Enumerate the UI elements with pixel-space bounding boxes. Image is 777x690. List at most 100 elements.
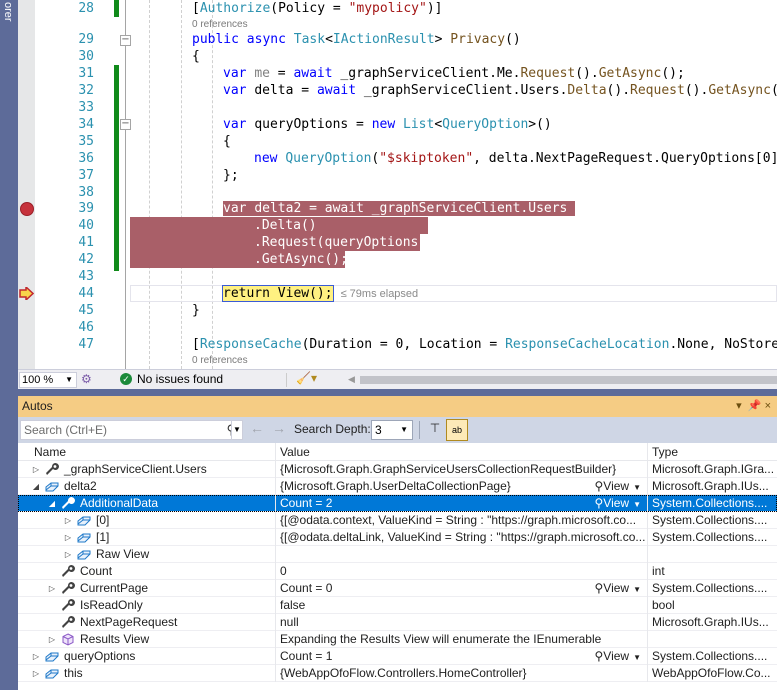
variable-name: _graphServiceClient.Users (64, 462, 207, 476)
code-line-45: } (192, 303, 200, 318)
expand-arrow-icon[interactable]: ▷ (47, 580, 57, 597)
variable-name: NextPageRequest (80, 615, 178, 629)
variable-value: {Microsoft.Graph.UserDeltaCollectionPage… (280, 479, 511, 493)
grid-header: Name Value Type (18, 443, 777, 461)
property-icon (61, 616, 75, 629)
window-menu-icon[interactable]: ▾ (736, 400, 742, 412)
variable-name-cell: NextPageRequest (18, 614, 275, 631)
search-depth-select[interactable]: 3 ▼ (371, 420, 413, 440)
panel-title: Autos (22, 399, 53, 413)
expand-arrow-icon[interactable]: ▷ (31, 648, 41, 665)
variable-value-cell[interactable]: Count = 1 ⚲View ▼ (275, 648, 647, 665)
visualizer-view-button[interactable]: ⚲View ▼ (594, 648, 641, 665)
variable-value: {Microsoft.Graph.GraphServiceUsersCollec… (280, 462, 617, 476)
current-statement: return View(); (222, 285, 334, 302)
variable-name: Count (80, 564, 113, 578)
side-tab-label[interactable]: orer (2, 2, 14, 22)
variable-name: Raw View (96, 547, 150, 561)
search-input[interactable]: Search (Ctrl+E) ⚲ (20, 420, 241, 440)
variable-value-cell[interactable]: {Microsoft.Graph.GraphServiceUsersCollec… (275, 461, 647, 478)
collapse-icon[interactable]: − (120, 35, 131, 46)
column-header-name[interactable]: Name (18, 443, 275, 461)
variable-value: null (280, 615, 299, 629)
search-depth-value: 3 (375, 423, 382, 437)
scroll-left-icon[interactable]: ◀ (348, 374, 355, 385)
variable-row[interactable]: ▷ queryOptions Count = 1 ⚲View ▼ System.Colle… (18, 648, 777, 665)
line-number: 36 (78, 151, 94, 166)
pin-icon[interactable]: 📌 (748, 400, 762, 412)
collapse-arrow-icon[interactable]: ◢ (31, 478, 41, 495)
variable-row[interactable]: ▷ _graphServiceClient.Users {Microsoft.Gra… (18, 461, 777, 478)
intellicode-icon[interactable]: ⚙ (81, 372, 92, 386)
variable-row[interactable]: ▷ Raw View (18, 546, 777, 563)
variable-value-cell[interactable]: {[@odata.deltaLink, ValueKind = String :… (275, 529, 647, 546)
code-editor[interactable]: − − 28 29 30 31 32 33 34 35 36 37 38 39 40 41 42 43 44 45… (18, 0, 777, 369)
variable-type-cell: WebAppOfoFlow.Co... (647, 665, 777, 682)
breakpoint-icon[interactable] (20, 202, 34, 216)
variable-row[interactable]: NextPageRequest null Microsoft.Graph.IUs..… (18, 614, 777, 631)
pin-source-icon[interactable]: ⊤ (427, 421, 443, 439)
variable-name-cell: ▷ [0] (18, 512, 275, 529)
variable-value-cell[interactable]: 0 (275, 563, 647, 580)
variable-value-cell[interactable]: false (275, 597, 647, 614)
variable-row[interactable]: ▷ Results View Expanding the Results View … (18, 631, 777, 648)
code-cleanup-icon[interactable]: 🧹▾ (296, 371, 317, 385)
search-previous-icon[interactable]: ← (250, 420, 264, 436)
variable-value-cell[interactable]: Count = 2 ⚲View ▼ (275, 495, 647, 512)
variable-type-cell: int (647, 563, 777, 580)
variable-row[interactable]: Count 0 int (18, 563, 777, 580)
line-number: 33 (78, 100, 94, 115)
variable-row[interactable]: ▷ [0] {[@odata.context, ValueKind = String… (18, 512, 777, 529)
visualizer-view-button[interactable]: ⚲View ▼ (594, 495, 641, 512)
column-header-value[interactable]: Value (275, 443, 647, 461)
search-options-dropdown[interactable]: ▼ (231, 420, 243, 440)
codelens-references[interactable]: 0 references (192, 19, 248, 31)
variable-row[interactable]: ◢ AdditionalData Count = 2 ⚲View ▼ System.Col… (18, 495, 777, 512)
variable-value: false (280, 598, 306, 612)
perf-tip[interactable]: ≤ 79ms elapsed (341, 288, 419, 300)
zoom-value: 100 % (22, 374, 54, 386)
column-header-type[interactable]: Type (647, 443, 777, 461)
collapse-arrow-icon[interactable]: ◢ (47, 495, 57, 512)
object-icon (45, 667, 59, 680)
issues-status[interactable]: ✓ No issues found (120, 372, 223, 386)
autos-title-bar: Autos ▾ 📌 × (18, 396, 777, 417)
expand-arrow-icon[interactable]: ▷ (63, 546, 73, 563)
variable-value-cell[interactable]: null (275, 614, 647, 631)
variable-value-cell[interactable]: Count = 0 ⚲View ▼ (275, 580, 647, 597)
expand-arrow-icon[interactable]: ▷ (31, 461, 41, 478)
variable-type-cell: Microsoft.Graph.IUs... (647, 614, 777, 631)
scrollbar-thumb[interactable] (360, 376, 777, 384)
variable-value-cell[interactable]: Expanding the Results View will enumerat… (275, 631, 647, 648)
autos-panel: Autos ▾ 📌 × Search (Ctrl+E) ⚲ ▼ ← → Sear… (18, 396, 777, 690)
visualizer-view-button[interactable]: ⚲View ▼ (594, 478, 641, 495)
glyph-margin[interactable] (18, 0, 35, 369)
close-icon[interactable]: × (765, 400, 771, 412)
variable-value-cell[interactable]: {WebAppOfoFlow.Controllers.HomeControlle… (275, 665, 647, 682)
variable-value-cell[interactable]: {Microsoft.Graph.UserDeltaCollectionPage… (275, 478, 647, 495)
codelens-references[interactable]: 0 references (192, 355, 248, 367)
search-next-icon[interactable]: → (272, 420, 286, 436)
variable-name: [0] (96, 513, 110, 527)
variable-value-cell[interactable]: {[@odata.context, ValueKind = String : "… (275, 512, 647, 529)
horizontal-scrollbar[interactable]: ◀ (348, 374, 777, 386)
expand-arrow-icon[interactable]: ▷ (31, 665, 41, 682)
visualizer-view-button[interactable]: ⚲View ▼ (594, 580, 641, 597)
variable-row[interactable]: IsReadOnly false bool (18, 597, 777, 614)
variable-row[interactable]: ▷ [1] {[@odata.deltaLink, ValueKind = Stri… (18, 529, 777, 546)
variable-name-cell: IsReadOnly (18, 597, 275, 614)
property-icon (61, 582, 75, 595)
variable-value-cell[interactable] (275, 546, 647, 563)
show-raw-structure-icon[interactable]: ab (446, 419, 468, 441)
zoom-level-select[interactable]: 100 % ▼ (19, 372, 77, 388)
variable-row[interactable]: ▷ this {WebAppOfoFlow.Controllers.HomeCont… (18, 665, 777, 682)
expand-arrow-icon[interactable]: ▷ (63, 529, 73, 546)
chevron-down-icon: ▼ (400, 425, 408, 434)
expand-arrow-icon[interactable]: ▷ (63, 512, 73, 529)
variable-row[interactable]: ▷ CurrentPage Count = 0 ⚲View ▼ System.Collec… (18, 580, 777, 597)
expand-arrow-icon[interactable]: ▷ (47, 631, 57, 648)
line-number: 44 (78, 286, 94, 301)
line-number: 42 (78, 252, 94, 267)
variable-row[interactable]: ◢ delta2 {Microsoft.Graph.UserDeltaCollect… (18, 478, 777, 495)
collapse-icon[interactable]: − (120, 119, 131, 130)
